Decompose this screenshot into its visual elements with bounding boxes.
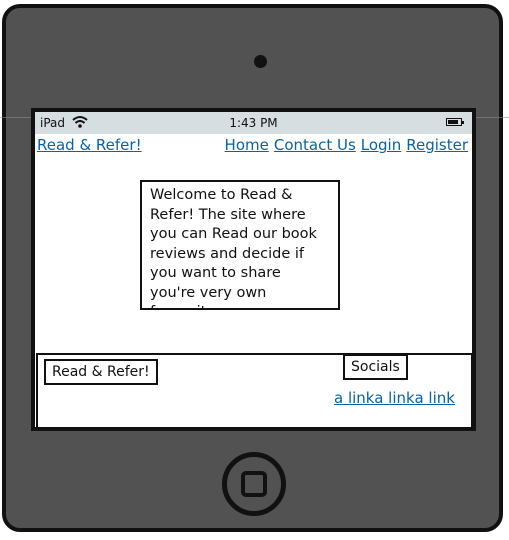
footer-social-links[interactable]: a linka linka link	[334, 389, 455, 407]
footer-socials-label: Socials	[343, 354, 408, 380]
footer: Read & Refer! Socials a linka linka link	[36, 353, 472, 427]
nav-brand-link[interactable]: Read & Refer!	[37, 136, 142, 154]
camera-icon	[254, 55, 267, 68]
home-square-icon	[241, 471, 267, 497]
nav-link-home[interactable]: Home	[225, 136, 269, 154]
footer-brand: Read & Refer!	[44, 359, 158, 385]
nav-link-register[interactable]: Register	[406, 136, 468, 154]
navbar: Read & Refer! Home Contact Us Login Regi…	[35, 136, 472, 156]
welcome-text-box: Welcome to Read & Refer! The site where …	[140, 180, 340, 310]
status-time: 1:43 PM	[229, 116, 278, 130]
nav-link-contact-us[interactable]: Contact Us	[274, 136, 356, 154]
nav-links: Home Contact Us Login Register	[225, 136, 468, 154]
nav-link-login[interactable]: Login	[361, 136, 401, 154]
ipad-screen: iPad 1:43 PM Read & Refer! Home Contact …	[31, 108, 476, 431]
home-button[interactable]	[222, 452, 286, 516]
status-bar: iPad 1:43 PM	[35, 112, 472, 134]
battery-icon	[446, 118, 464, 126]
